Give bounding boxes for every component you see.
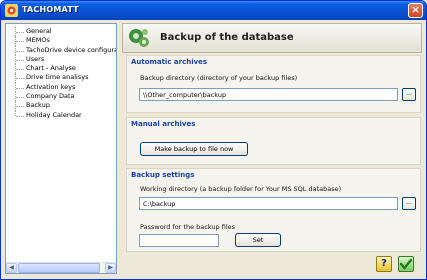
automatic-archives-group: Automatic archives Backup directory (dir… (126, 55, 421, 113)
scroll-left-icon[interactable]: ◀ (6, 263, 17, 273)
backup-directory-input[interactable] (139, 88, 398, 101)
page-title: Backup of the database (160, 32, 294, 43)
checkmark-icon (399, 258, 413, 270)
tree-item-tachodrive[interactable]: TachoDrive device configurat (6, 45, 116, 56)
password-label: Password for the backup files (140, 223, 236, 231)
tree-item-general[interactable]: General (6, 27, 116, 37)
backup-settings-group: Backup settings Working directory (a bac… (126, 168, 421, 252)
close-button[interactable]: × (408, 3, 423, 18)
page-header: Backup of the database (122, 23, 422, 53)
password-input[interactable] (139, 234, 219, 247)
tree-item-memos[interactable]: MEMOs (6, 36, 116, 46)
set-password-button[interactable]: Set (235, 233, 281, 247)
tree-item-holiday-calendar[interactable]: Holiday Calendar (6, 110, 116, 120)
working-directory-input[interactable] (139, 197, 398, 210)
ok-button[interactable] (398, 256, 414, 272)
database-backup-icon (129, 29, 149, 47)
manual-archives-title: Manual archives (131, 120, 196, 128)
window-title: TACHOMATT (22, 5, 79, 14)
tree-item-drive-time[interactable]: Drive time analisys (6, 73, 116, 84)
working-directory-browse-button[interactable]: ... (402, 197, 416, 210)
scroll-thumb[interactable] (18, 263, 100, 273)
automatic-archives-title: Automatic archives (131, 58, 208, 66)
title-bar[interactable]: TACHOMATT × (1, 1, 426, 20)
settings-window: TACHOMATT × General MEMOs TachoDrive dev… (0, 0, 427, 280)
tree-items: General MEMOs TachoDrive device configur… (6, 27, 116, 120)
tree-item-backup[interactable]: Backup (6, 101, 116, 111)
scroll-right-icon[interactable]: ▶ (105, 263, 116, 273)
tree-item-activation-keys[interactable]: Activation keys (6, 82, 116, 93)
backup-settings-title: Backup settings (131, 171, 195, 179)
backup-directory-label: Backup directory (directory of your back… (140, 74, 298, 82)
working-directory-label: Working directory (a backup folder for Y… (140, 185, 342, 193)
tree-item-users[interactable]: Users (6, 54, 116, 65)
backup-directory-browse-button[interactable]: ... (402, 88, 416, 101)
help-button[interactable]: ? (376, 256, 392, 272)
tree-item-company-data[interactable]: Company Data (6, 92, 116, 102)
tree-item-chart-analyse[interactable]: Chart - Analyse (6, 64, 116, 74)
horizontal-scrollbar[interactable]: ◀ ▶ (6, 262, 116, 273)
settings-tree: General MEMOs TachoDrive device configur… (5, 23, 117, 274)
make-backup-button[interactable]: Make backup to file now (140, 142, 248, 156)
app-icon (5, 4, 18, 17)
manual-archives-group: Manual archives Make backup to file now (126, 117, 421, 165)
